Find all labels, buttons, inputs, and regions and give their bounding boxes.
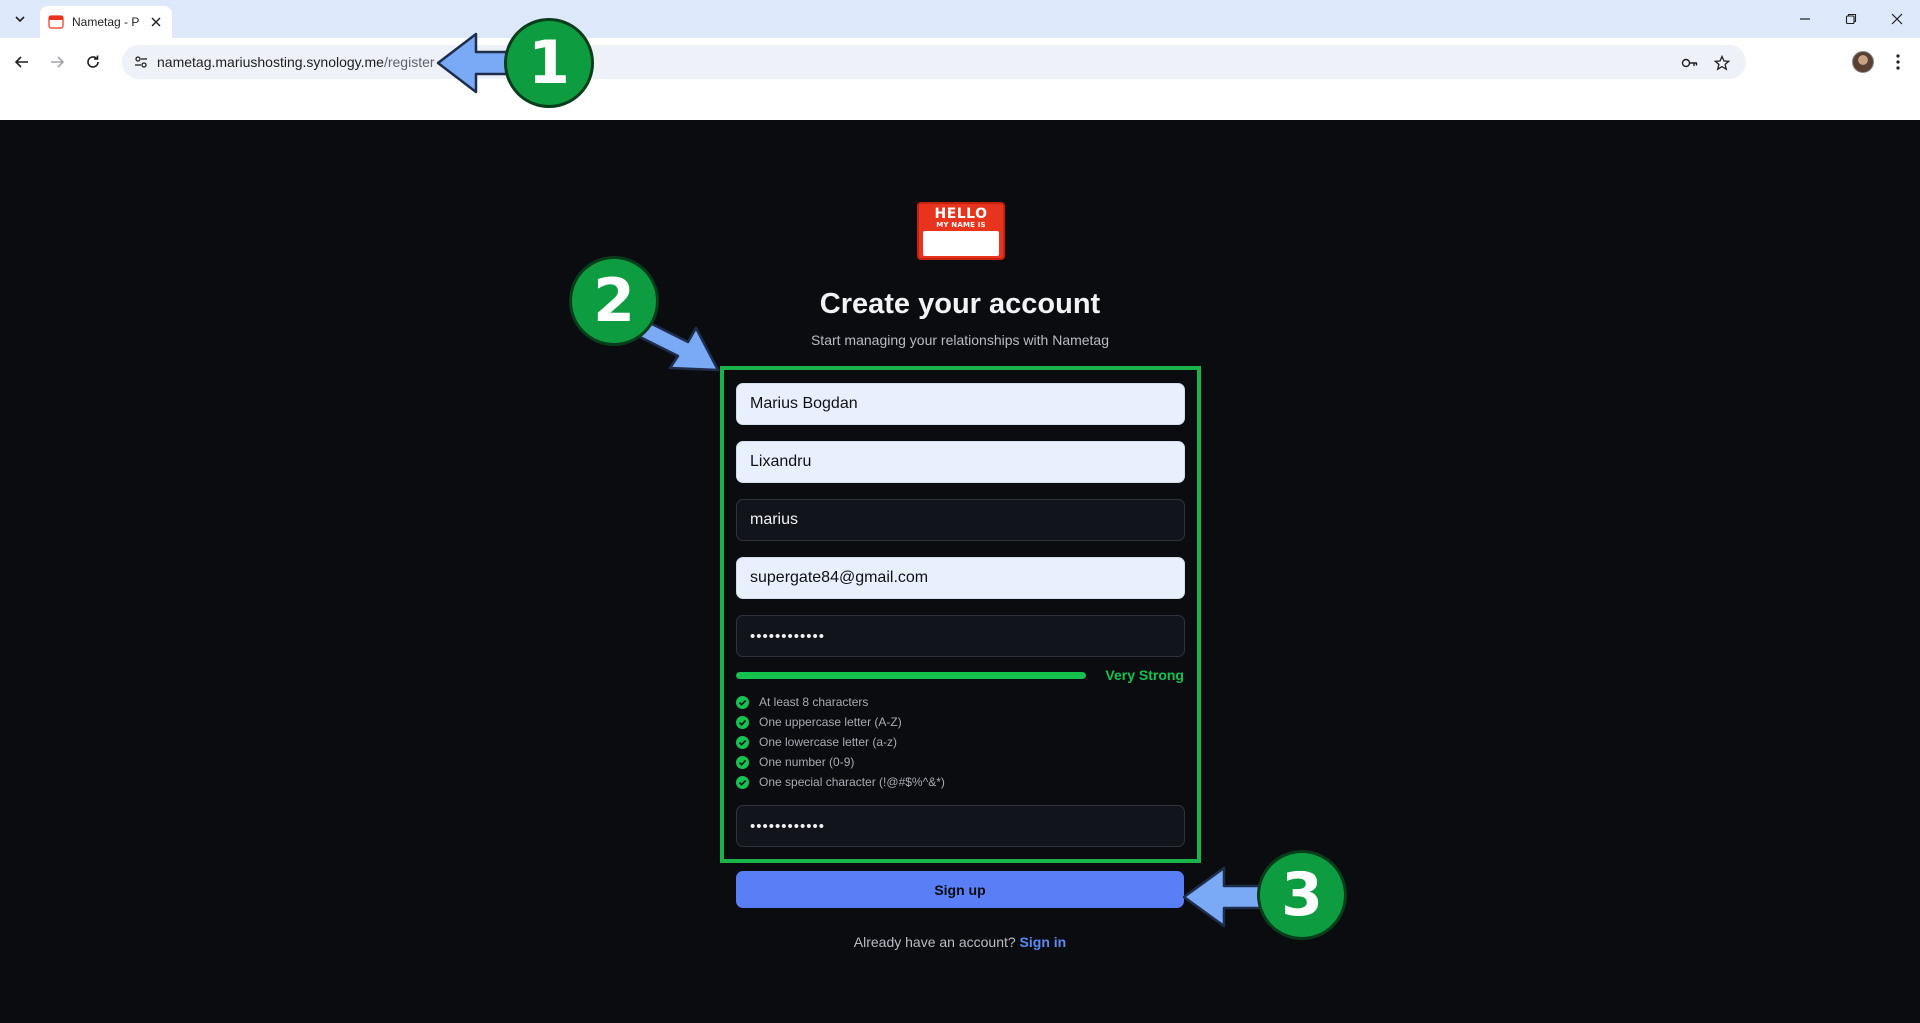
sign-in-prompt-text: Already have an account? <box>853 934 1016 950</box>
annotation-badge-2: 2 <box>569 256 659 346</box>
bookmark-button[interactable] <box>1712 53 1732 73</box>
more-vert-icon <box>1896 54 1900 70</box>
address-bar[interactable]: nametag.mariushosting.synology.me/regist… <box>122 45 1746 79</box>
password-requirement-item: One uppercase letter (A-Z) <box>736 714 902 730</box>
profile-avatar[interactable] <box>1852 51 1874 73</box>
password-strength-label: Very Strong <box>1105 667 1184 683</box>
key-icon <box>1681 58 1698 68</box>
first-name-input[interactable]: Marius Bogdan <box>736 383 1185 425</box>
close-icon <box>1891 13 1903 25</box>
annotation-arrow-1 <box>436 32 512 94</box>
password-strength-bar <box>736 672 1086 679</box>
page-subtitle: Start managing your relationships with N… <box>810 332 1110 348</box>
password-manager-button[interactable] <box>1680 53 1700 73</box>
url-path: /register <box>383 54 435 70</box>
tune-icon <box>135 56 147 68</box>
browser-menu-button[interactable] <box>1886 50 1910 74</box>
restore-icon <box>1845 13 1857 25</box>
password-requirement-item: One number (0-9) <box>736 754 854 770</box>
minimize-button[interactable] <box>1782 0 1828 38</box>
check-circle-icon <box>736 715 749 729</box>
calendar-icon <box>48 15 64 29</box>
close-tab-button[interactable] <box>148 14 164 30</box>
url-host: nametag.mariushosting.synology.me <box>157 54 384 70</box>
tab-title: Nametag - P <box>72 15 140 29</box>
window-controls <box>1782 0 1920 38</box>
username-input[interactable]: marius <box>736 499 1185 541</box>
email-input[interactable]: supergate84@gmail.com <box>736 557 1185 599</box>
annotation-badge-3: 3 <box>1257 850 1347 940</box>
arrow-left-icon <box>14 56 28 68</box>
sign-in-link[interactable]: Sign in <box>1020 934 1067 950</box>
back-button[interactable] <box>10 50 34 74</box>
password-requirement-item: At least 8 characters <box>736 694 868 710</box>
reload-button[interactable] <box>81 50 105 74</box>
reload-icon <box>87 55 99 68</box>
password-requirement-text: At least 8 characters <box>759 695 869 709</box>
arrow-right-icon <box>51 56 65 68</box>
check-circle-icon <box>736 775 749 789</box>
sign-up-button[interactable]: Sign up <box>736 871 1184 908</box>
password-requirement-text: One uppercase letter (A-Z) <box>759 715 902 729</box>
close-window-button[interactable] <box>1874 0 1920 38</box>
last-name-input[interactable]: Lixandru <box>736 441 1185 483</box>
tab-search-button[interactable] <box>8 8 32 30</box>
chevron-down-icon <box>15 16 25 23</box>
password-requirement-text: One number (0-9) <box>759 755 855 769</box>
page-title: Create your account <box>819 288 1101 320</box>
password-requirement-text: One special character (!@#$%^&*) <box>759 775 945 789</box>
password-requirement-item: One lowercase letter (a-z) <box>736 734 897 750</box>
page-top-strip <box>0 86 1920 120</box>
check-circle-icon <box>736 755 749 769</box>
close-icon <box>151 17 161 27</box>
logo-name-text: MY NAME IS <box>936 221 986 229</box>
browser-toolbar: nametag.mariushosting.synology.me/regist… <box>0 38 1920 86</box>
password-strength-fill <box>736 672 1086 679</box>
confirm-password-input[interactable]: •••••••••••• <box>736 805 1185 847</box>
site-info-button[interactable] <box>130 51 152 73</box>
url-text: nametag.mariushosting.synology.me/regist… <box>157 54 435 70</box>
annotation-arrow-3 <box>1182 866 1264 928</box>
password-requirement-text: One lowercase letter (a-z) <box>759 735 898 749</box>
logo-blank-area <box>923 231 999 256</box>
browser-tab-bar: Nametag - P <box>0 0 1920 38</box>
forward-button[interactable] <box>45 50 69 74</box>
logo-hello-text: HELLO <box>934 206 988 222</box>
minimize-icon <box>1800 18 1810 20</box>
annotation-badge-1: 1 <box>504 18 594 108</box>
browser-tab[interactable]: Nametag - P <box>40 6 172 38</box>
check-circle-icon <box>736 695 749 709</box>
sign-in-prompt: Already have an account? Sign in <box>660 934 1260 950</box>
restore-button[interactable] <box>1828 0 1874 38</box>
check-circle-icon <box>736 735 749 749</box>
password-input[interactable]: •••••••••••• <box>736 615 1185 657</box>
nametag-logo: HELLO MY NAME IS <box>917 202 1005 260</box>
password-requirement-item: One special character (!@#$%^&*) <box>736 774 945 790</box>
star-icon <box>1714 55 1730 71</box>
